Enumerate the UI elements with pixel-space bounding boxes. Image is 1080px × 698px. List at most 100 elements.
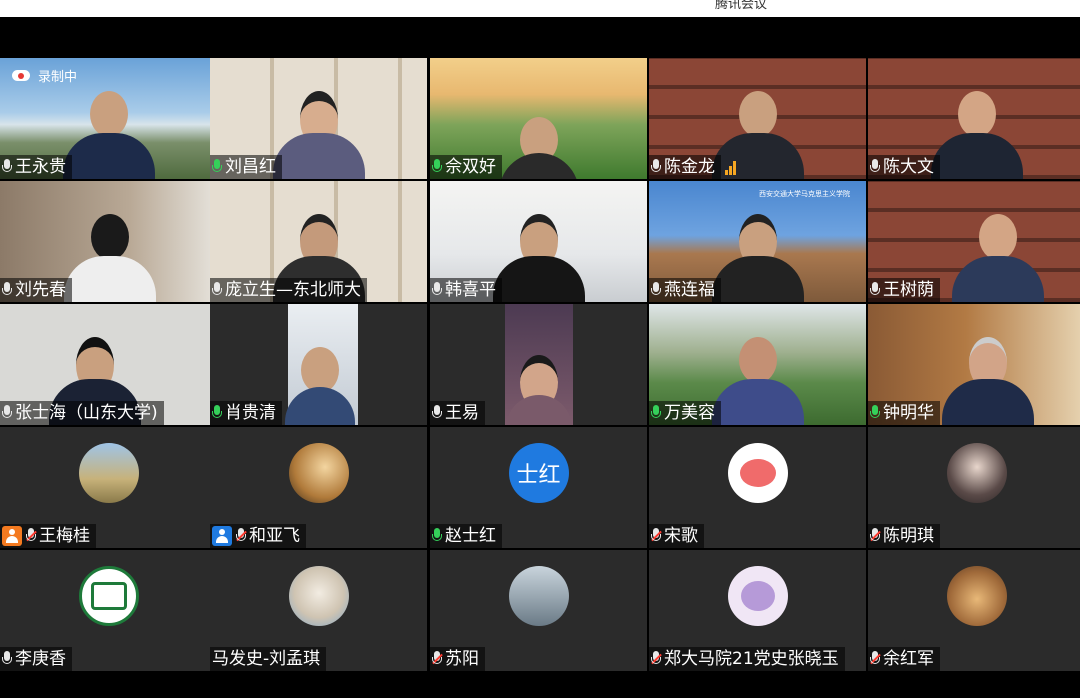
top-band <box>0 17 1080 58</box>
lake-photo-icon <box>508 566 569 626</box>
participant-video-person <box>498 117 579 179</box>
participant-tile-17[interactable]: 和亚飞 <box>210 427 427 548</box>
participant-name: 陈大文 <box>868 155 940 179</box>
participant-tile-5[interactable]: 陈大文 <box>868 58 1080 179</box>
participant-video-person <box>506 355 572 425</box>
participant-tile-24[interactable]: 郑大马院21党史张晓玉 <box>649 550 866 671</box>
participant-video-person <box>492 214 585 302</box>
mic-muted-icon <box>651 528 662 544</box>
participant-name: 陈金龙 <box>649 155 736 179</box>
participant-name: 庞立生—东北师大 <box>210 278 367 302</box>
mic-icon <box>651 159 661 175</box>
user-badge-icon <box>2 526 22 546</box>
recording-indicator: 录制中 <box>12 66 77 85</box>
mic-icon <box>432 282 442 298</box>
participant-tile-25[interactable]: 余红军 <box>868 550 1080 671</box>
mic-muted-icon <box>651 651 662 667</box>
mic-on-icon <box>432 528 442 544</box>
participant-name: 张士海（山东大学) <box>0 401 164 425</box>
mic-muted-icon <box>236 528 247 544</box>
participant-video-person <box>285 347 355 425</box>
participant-name: 燕连福 <box>649 278 721 302</box>
participant-tile-8[interactable]: 韩喜平 <box>430 181 647 302</box>
dinner-photo-icon <box>946 566 1007 626</box>
rabbit-cartoon-icon <box>727 566 788 626</box>
participant-tile-22[interactable]: 马发史-刘孟琪 <box>210 550 427 671</box>
participant-tile-11[interactable]: 张士海（山东大学) <box>0 304 217 425</box>
mic-icon <box>2 651 12 667</box>
mic-muted-icon <box>432 651 443 667</box>
participant-tile-9[interactable]: 西安交通大学马克思主义学院 燕连福 <box>649 181 866 302</box>
green-logo-icon <box>78 566 139 626</box>
participant-name: 佘双好 <box>430 155 502 179</box>
participant-video-person <box>711 337 804 425</box>
photo-landscape-icon <box>78 443 139 503</box>
participant-tile-19[interactable]: 宋歌 <box>649 427 866 548</box>
avatar-initials: 士红 <box>516 463 561 488</box>
mic-on-icon <box>212 159 222 175</box>
photo-silhouette-icon <box>288 443 349 503</box>
user-badge-icon <box>212 526 232 546</box>
participant-name: 刘昌红 <box>210 155 282 179</box>
bottom-band <box>0 671 1080 698</box>
mic-on-icon <box>212 405 222 421</box>
mic-icon <box>2 405 12 421</box>
participant-tile-21[interactable]: 李庚香 <box>0 550 217 671</box>
mic-muted-icon <box>870 528 881 544</box>
participant-tile-23[interactable]: 苏阳 <box>430 550 647 671</box>
participant-tile-20[interactable]: 陈明琪 <box>868 427 1080 548</box>
participant-tile-14[interactable]: 万美容 <box>649 304 866 425</box>
participant-name: 韩喜平 <box>430 278 502 302</box>
participant-name: 苏阳 <box>430 647 485 671</box>
participant-grid: 录制中 王永贵 刘昌红 佘双好 陈金龙 陈大文 刘先春 庞立生—东北师大 韩喜平… <box>0 58 1080 671</box>
participant-name: 李庚香 <box>0 647 72 671</box>
participant-tile-1[interactable]: 录制中 王永贵 <box>0 58 217 179</box>
participant-video-person <box>952 214 1044 302</box>
participant-name: 钟明华 <box>868 401 940 425</box>
signal-strength-icon <box>725 161 737 175</box>
participant-name: 余红军 <box>868 647 940 671</box>
mic-icon <box>870 159 880 175</box>
participant-name: 马发史-刘孟琪 <box>210 647 327 671</box>
mic-on-icon <box>432 159 442 175</box>
participant-name: 王梅桂 <box>0 524 96 548</box>
participant-name: 刘先春 <box>0 278 72 302</box>
participant-tile-13[interactable]: 王易 <box>430 304 647 425</box>
photo-portrait-icon <box>946 443 1007 503</box>
participant-tile-4[interactable]: 陈金龙 <box>649 58 866 179</box>
mic-on-icon <box>870 405 880 421</box>
participant-name: 肖贵清 <box>210 401 282 425</box>
mic-icon <box>870 282 880 298</box>
participant-video-person <box>942 337 1034 425</box>
initials-avatar: 士红 <box>508 443 569 503</box>
participant-tile-16[interactable]: 王梅桂 <box>0 427 217 548</box>
mic-icon <box>2 282 12 298</box>
alpaca-photo-icon <box>288 566 349 626</box>
participant-name: 王易 <box>430 401 485 425</box>
participant-video-person <box>930 91 1023 179</box>
participant-tile-6[interactable]: 刘先春 <box>0 181 217 302</box>
participant-video-person <box>62 91 155 179</box>
participant-tile-3[interactable]: 佘双好 <box>430 58 647 179</box>
participant-name: 万美容 <box>649 401 721 425</box>
mic-muted-icon <box>26 528 37 544</box>
participant-name: 王永贵 <box>0 155 72 179</box>
participant-tile-15[interactable]: 钟明华 <box>868 304 1080 425</box>
mic-icon <box>2 159 12 175</box>
participant-tile-10[interactable]: 王树荫 <box>868 181 1080 302</box>
participant-tile-2[interactable]: 刘昌红 <box>210 58 427 179</box>
mic-icon <box>432 405 442 421</box>
participant-tile-18[interactable]: 士红 赵士红 <box>430 427 647 548</box>
recording-label: 录制中 <box>38 70 78 85</box>
participant-tile-12[interactable]: 肖贵清 <box>210 304 427 425</box>
participant-tile-7[interactable]: 庞立生—东北师大 <box>210 181 427 302</box>
mic-icon <box>212 282 222 298</box>
recording-cloud-icon <box>12 70 30 81</box>
participant-name: 陈明琪 <box>868 524 940 548</box>
window-title: 腾讯会议 <box>715 0 768 12</box>
participant-name: 王树荫 <box>868 278 940 302</box>
participant-video-person <box>64 214 156 302</box>
mic-on-icon <box>651 405 661 421</box>
participant-name: 宋歌 <box>649 524 704 548</box>
participant-video-person <box>711 214 804 302</box>
